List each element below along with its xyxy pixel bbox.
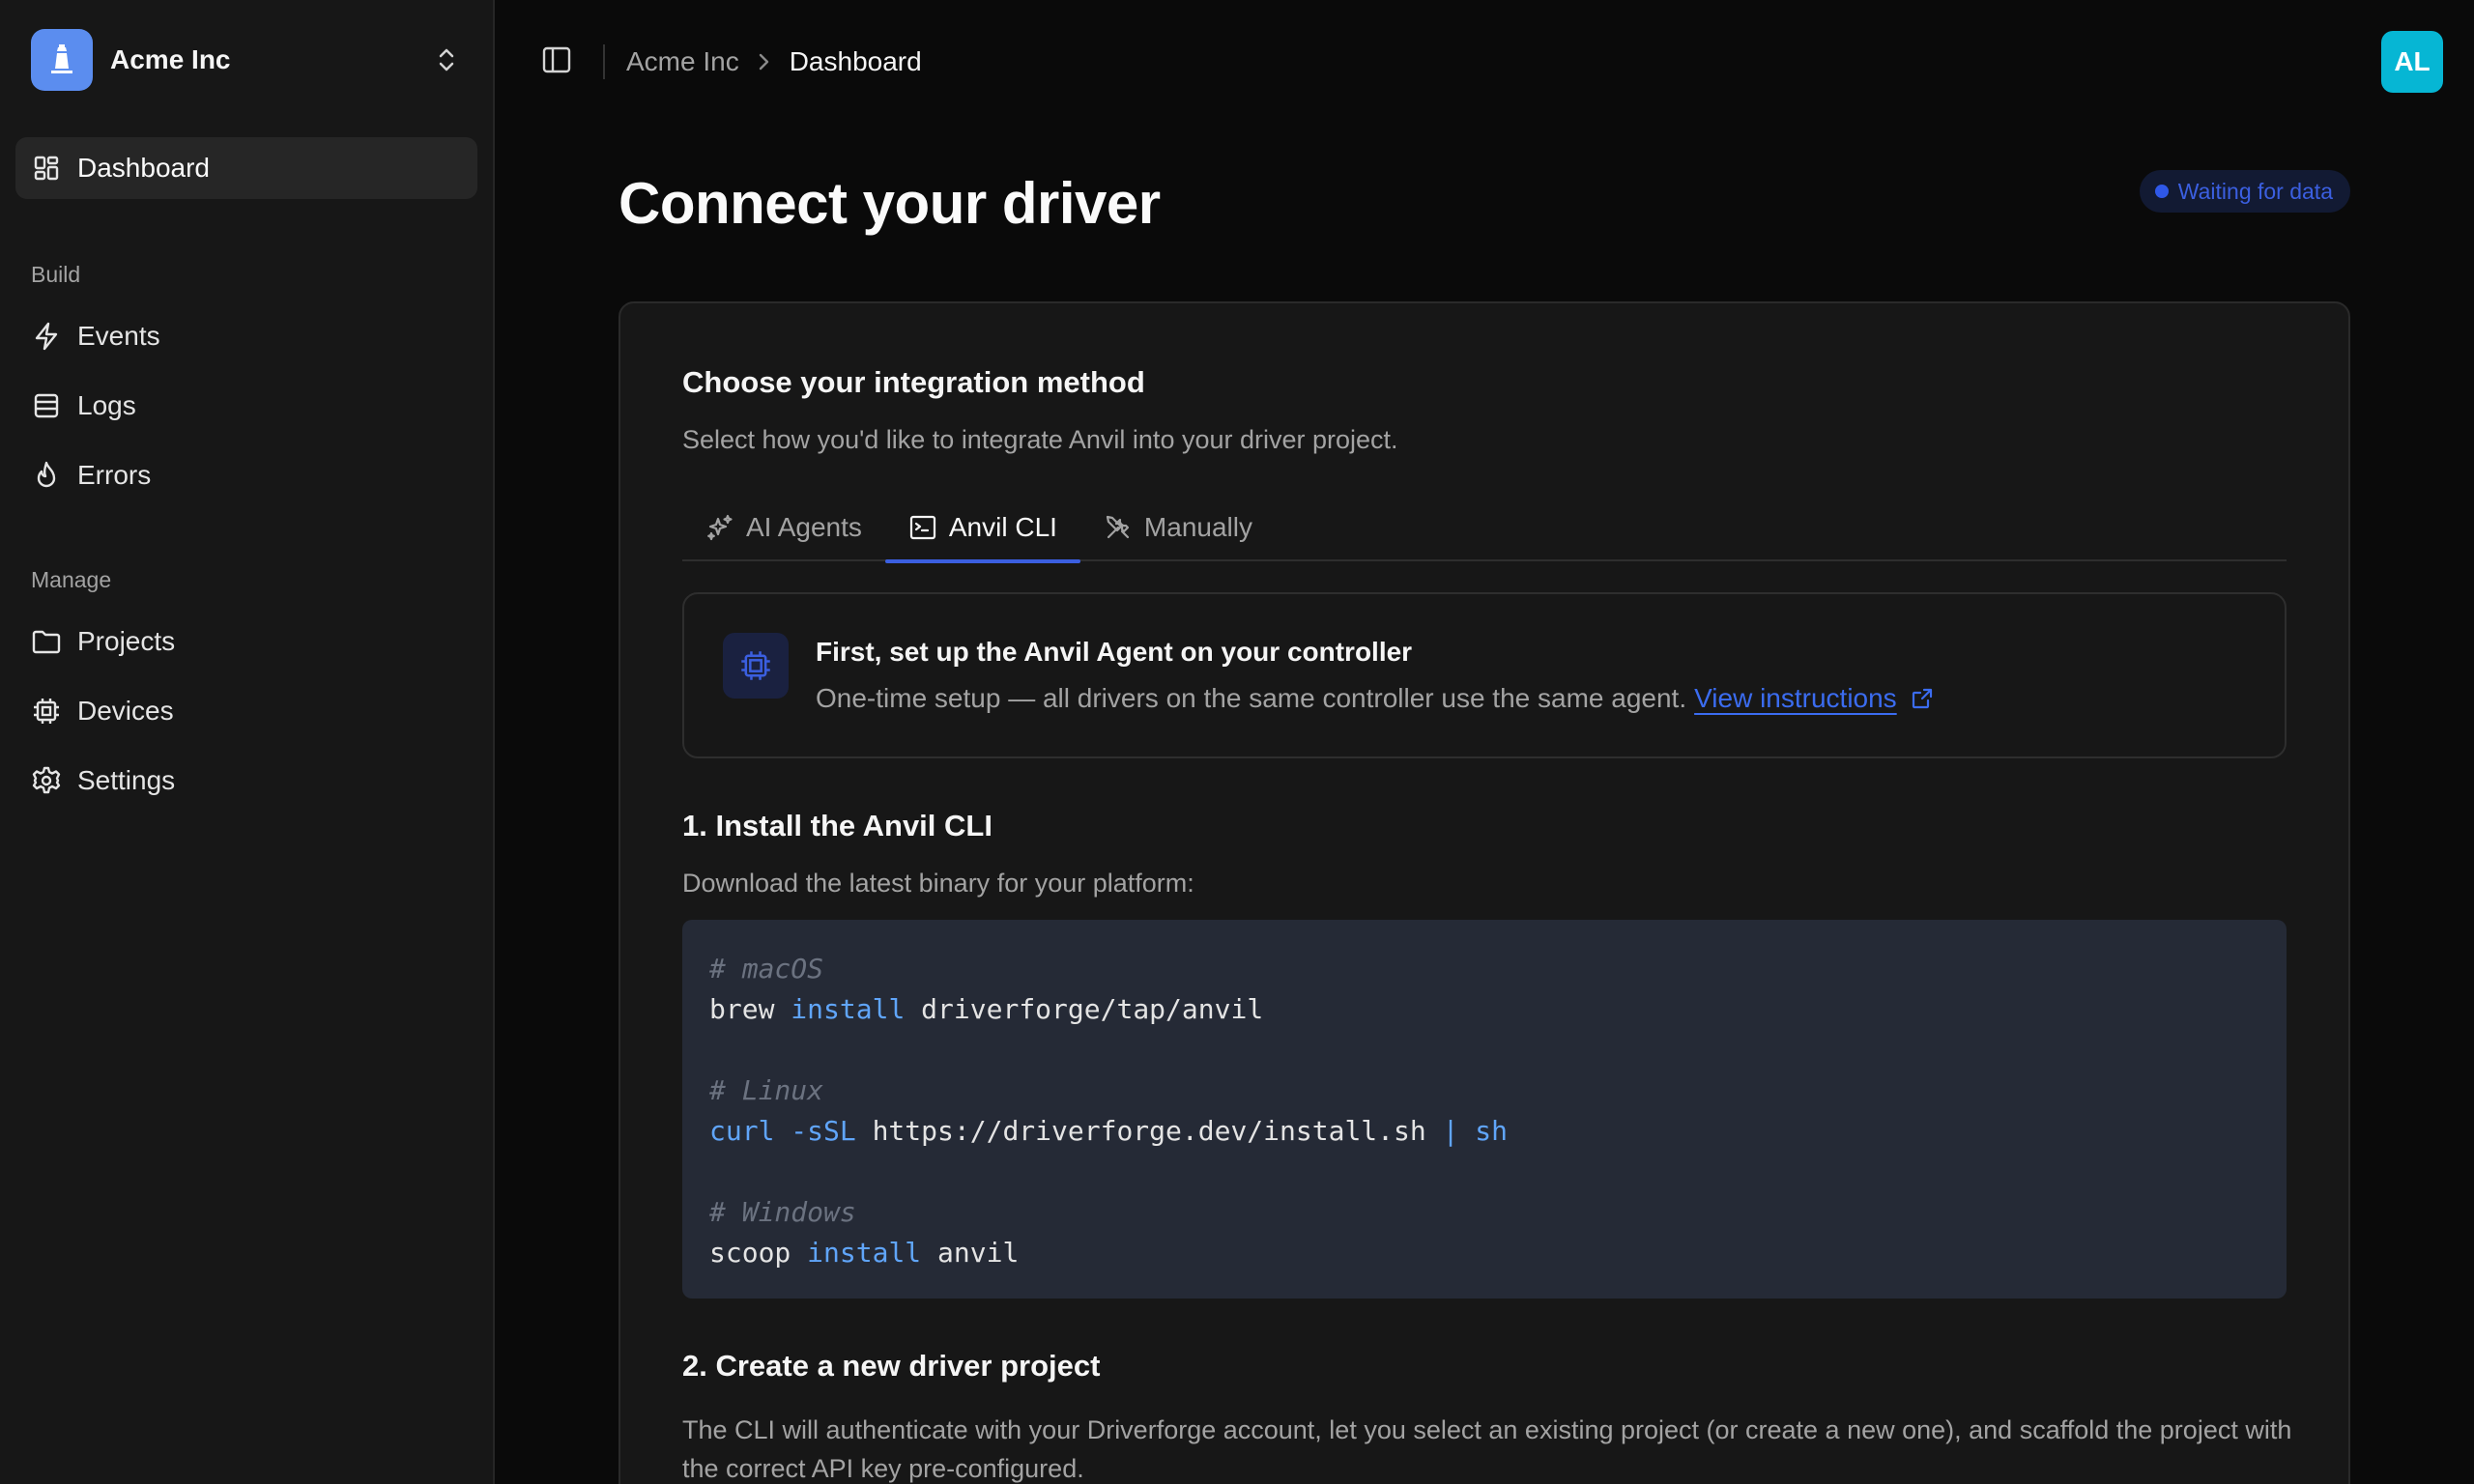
sidebar-item-projects[interactable]: Projects [15, 611, 477, 672]
dashboard-icon [31, 153, 62, 184]
avatar[interactable]: AL [2381, 31, 2443, 93]
code-line: # macOS [709, 949, 2259, 989]
sidebar-item-label: Logs [77, 390, 136, 420]
org-switcher[interactable]: Acme Inc [15, 29, 477, 91]
gear-icon [31, 765, 62, 796]
code-token: scoop [709, 1237, 791, 1269]
code-line: curl -sSL https://driverforge.dev/instal… [709, 1111, 2259, 1152]
sidebar-item-devices[interactable]: Devices [15, 680, 477, 742]
external-link-icon[interactable] [1909, 685, 1936, 712]
sidebar-item-label: Dashboard [77, 153, 210, 183]
step2-desc: The CLI will authenticate with your Driv… [682, 1415, 2292, 1483]
sidebar-item-label: Projects [77, 626, 176, 656]
chip-icon [723, 633, 789, 699]
tab-label: Manually [1143, 512, 1252, 542]
breadcrumb-item-current: Dashboard [789, 46, 922, 76]
sparkles-icon [705, 513, 734, 542]
step2-title: 2. Create a new driver project [682, 1349, 1101, 1383]
code-gap [709, 1030, 2259, 1070]
tools-icon [1104, 513, 1133, 542]
terminal-icon [908, 513, 937, 542]
tab-label: Anvil CLI [948, 512, 1057, 542]
sidebar-item-label: Devices [77, 696, 174, 726]
sidebar-item-dashboard[interactable]: Dashboard [15, 137, 477, 199]
code-gap [709, 1152, 2259, 1192]
card-subtitle: Select how you'd like to integrate Anvil… [682, 425, 1398, 454]
tab-ai-agents[interactable]: AI Agents [682, 494, 885, 561]
tab-anvil-cli[interactable]: Anvil CLI [884, 494, 1080, 563]
breadcrumb: Acme Inc Dashboard [626, 46, 922, 77]
code-line: # Windows [709, 1192, 2259, 1233]
org-name: Acme Inc [110, 44, 231, 74]
sidebar-item-settings[interactable]: Settings [15, 750, 477, 812]
status-dot [2154, 185, 2169, 198]
sidebar-item-label: Errors [77, 460, 152, 490]
code-token: https://driverforge.dev/install.sh [872, 1115, 1426, 1147]
topbar-divider [603, 44, 605, 79]
sidebar-item-errors[interactable]: Errors [15, 444, 477, 506]
status-badge: Waiting for data [2139, 170, 2350, 213]
notice-body: First, set up the Anvil Agent on your co… [816, 637, 1936, 714]
lightning-icon [31, 321, 62, 352]
integration-tabs: AI Agents Anvil CLI Manually [682, 494, 2287, 563]
code-comment: # macOS [709, 953, 824, 985]
agent-setup-notice: First, set up the Anvil Agent on your co… [682, 592, 2287, 758]
main-content: Acme Inc Dashboard AL Connect your drive… [495, 0, 2474, 1484]
page-content: Connect your driver Waiting for data Cho… [618, 124, 2350, 1484]
status-text: Waiting for data [2177, 178, 2333, 204]
breadcrumb-item-org[interactable]: Acme Inc [626, 46, 739, 77]
sidebar-toggle-button[interactable] [530, 35, 584, 89]
code-token: brew [709, 993, 775, 1025]
code-comment: # Linux [709, 1074, 824, 1106]
tab-manually[interactable]: Manually [1080, 494, 1276, 561]
code-keyword: install [807, 1237, 922, 1269]
code-token: anvil [937, 1237, 1020, 1269]
logs-icon [31, 390, 62, 421]
nav-group-build: Build [31, 261, 81, 287]
chevron-up-down-icon[interactable] [431, 44, 462, 75]
page-title: Connect your driver [618, 171, 1161, 236]
code-line: scoop install anvil [709, 1233, 2259, 1273]
tab-label: AI Agents [746, 512, 862, 542]
code-token: driverforge/tap/anvil [921, 993, 1264, 1025]
code-comment: # Windows [709, 1196, 856, 1228]
view-instructions-link[interactable]: View instructions [1694, 683, 1897, 714]
chevron-right-icon [751, 48, 778, 75]
flame-icon [31, 460, 62, 491]
code-keyword: curl -sSL [709, 1115, 856, 1147]
page-header: Connect your driver Waiting for data [618, 124, 2350, 259]
lighthouse-icon [31, 29, 93, 91]
nav-group-manage: Manage [31, 566, 112, 592]
notice-text-row: One-time setup — all drivers on the same… [816, 683, 1936, 714]
app-root: Acme Inc Dashboard Build Events Logs Err… [0, 0, 2474, 1484]
sidebar-item-logs[interactable]: Logs [15, 375, 477, 437]
install-code-block[interactable]: # macOS brew install driverforge/tap/anv… [682, 920, 2287, 1298]
sidebar-panel-icon [542, 46, 571, 78]
chip-icon [31, 696, 62, 727]
step1-desc: Download the latest binary for your plat… [682, 869, 1194, 898]
sidebar-item-label: Events [77, 321, 160, 351]
code-keyword: install [791, 993, 906, 1025]
sidebar: Acme Inc Dashboard Build Events Logs Err… [0, 0, 495, 1484]
code-keyword: | sh [1442, 1115, 1509, 1147]
code-line: # Linux [709, 1070, 2259, 1111]
notice-title: First, set up the Anvil Agent on your co… [816, 637, 1413, 667]
topbar: Acme Inc Dashboard AL [495, 0, 2474, 124]
sidebar-item-events[interactable]: Events [15, 305, 477, 367]
card-title: Choose your integration method [682, 365, 1145, 399]
sidebar-item-label: Settings [77, 765, 176, 795]
folder-icon [31, 626, 62, 657]
integration-card: Choose your integration method Select ho… [618, 301, 2350, 1484]
step1-title: 1. Install the Anvil CLI [682, 809, 992, 842]
notice-text: One-time setup — all drivers on the same… [816, 683, 1687, 713]
code-line: brew install driverforge/tap/anvil [709, 989, 2259, 1030]
